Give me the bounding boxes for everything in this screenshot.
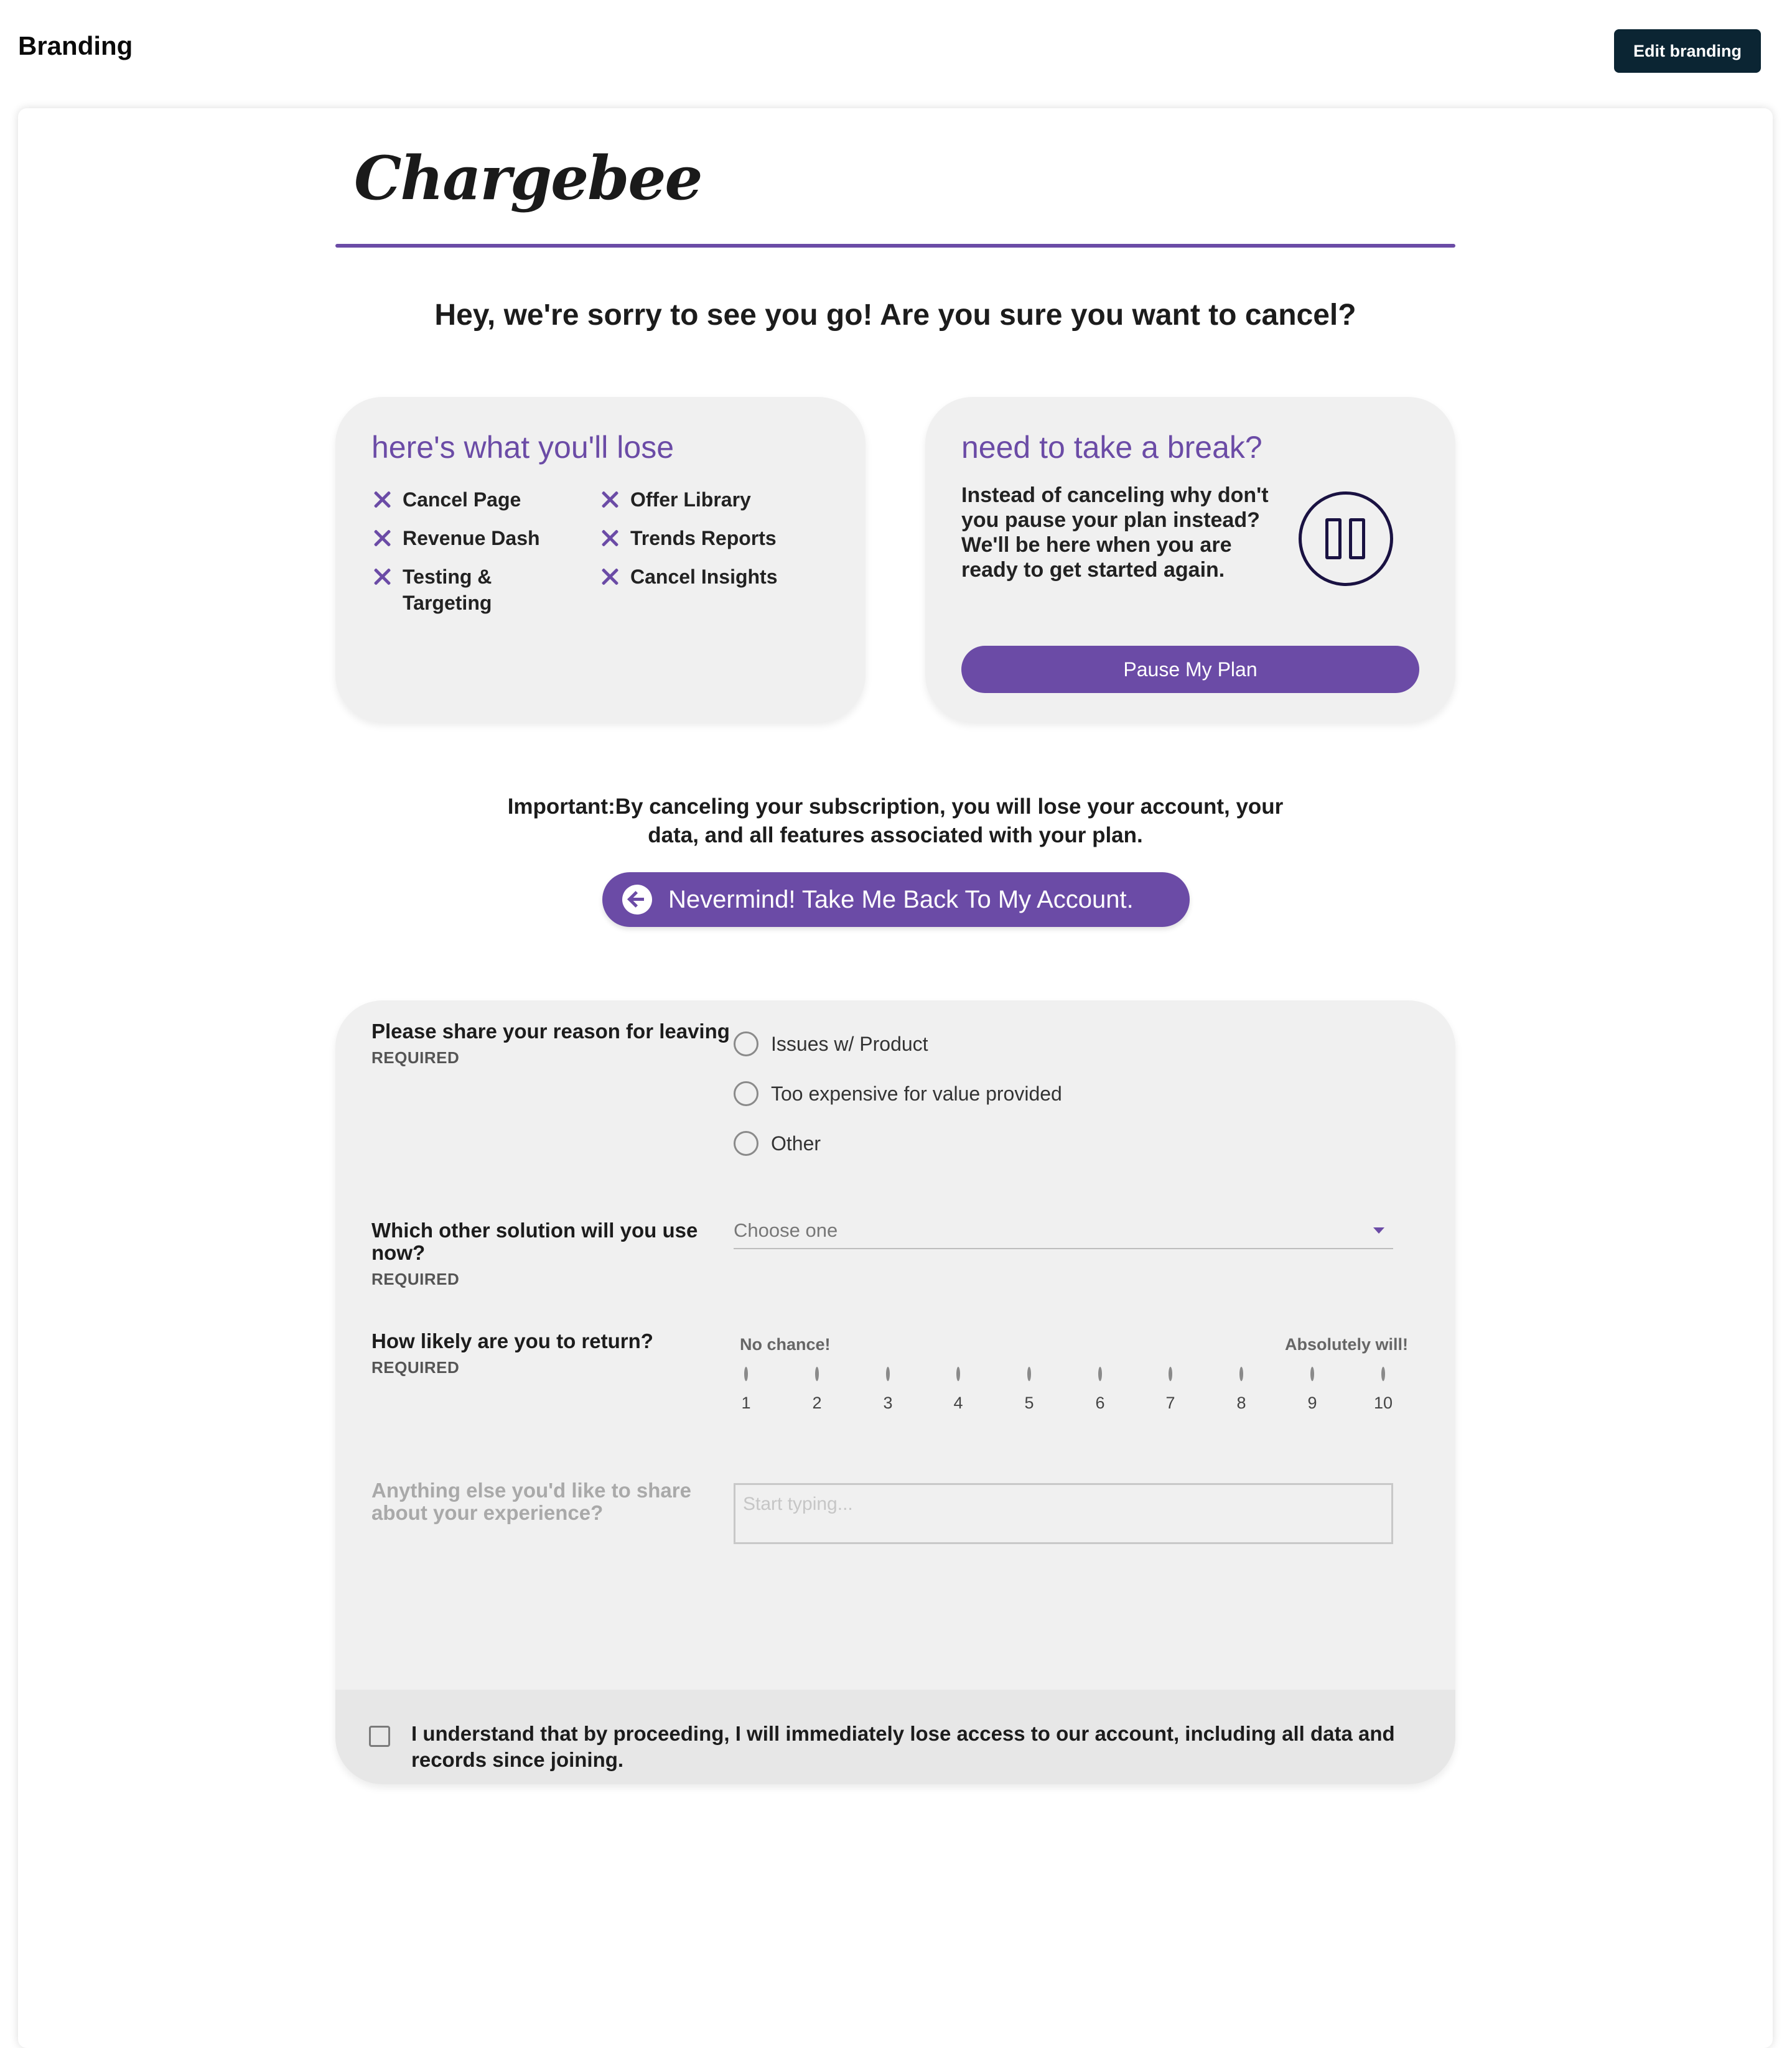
reason-question: Please share your reason for leaving REQ… bbox=[371, 1020, 732, 1069]
x-icon bbox=[373, 567, 391, 586]
rating-option[interactable]: 6 bbox=[1081, 1367, 1119, 1413]
back-button-label: Nevermind! Take Me Back To My Account. bbox=[668, 885, 1134, 913]
rating-option[interactable]: 3 bbox=[869, 1367, 907, 1413]
radio-button[interactable] bbox=[744, 1367, 748, 1381]
select-placeholder: Choose one bbox=[734, 1219, 838, 1241]
required-tag: REQUIRED bbox=[371, 1270, 460, 1288]
rating-option[interactable]: 9 bbox=[1294, 1367, 1331, 1413]
rating-option[interactable]: 7 bbox=[1152, 1367, 1189, 1413]
reason-option[interactable]: Other bbox=[734, 1131, 821, 1156]
take-a-break-card: need to take a break? Instead of canceli… bbox=[925, 397, 1455, 722]
required-tag: REQUIRED bbox=[371, 1358, 460, 1377]
pause-plan-button[interactable]: Pause My Plan bbox=[961, 646, 1419, 693]
radio-button[interactable] bbox=[1169, 1367, 1172, 1381]
feedback-textarea[interactable] bbox=[734, 1483, 1393, 1544]
pause-offer-text: Instead of canceling why don't you pause… bbox=[961, 483, 1269, 582]
radio-button[interactable] bbox=[734, 1081, 758, 1106]
lose-item: Revenue Dash bbox=[373, 525, 540, 551]
solution-select[interactable]: Choose one bbox=[734, 1213, 1393, 1249]
radio-button[interactable] bbox=[956, 1367, 960, 1381]
x-icon bbox=[373, 490, 391, 509]
lose-item: Trends Reports bbox=[600, 525, 777, 551]
consent-section: I understand that by proceeding, I will … bbox=[335, 1690, 1455, 1784]
rating-option[interactable]: 10 bbox=[1365, 1367, 1402, 1413]
lose-item: Cancel Page bbox=[373, 486, 521, 513]
radio-button[interactable] bbox=[1027, 1367, 1031, 1381]
return-question: How likely are you to return? REQUIRED bbox=[371, 1330, 732, 1379]
lose-item: Testing & Targeting bbox=[373, 564, 516, 616]
radio-button[interactable] bbox=[1310, 1367, 1314, 1381]
solution-question: Which other solution will you use now? R… bbox=[371, 1219, 732, 1290]
pause-icon bbox=[1299, 491, 1393, 586]
radio-button[interactable] bbox=[815, 1367, 819, 1381]
page-title: Branding bbox=[18, 31, 133, 60]
brand-logo: Chargebee bbox=[354, 143, 702, 213]
scale-max-label: Absolutely will! bbox=[1285, 1335, 1409, 1354]
lose-card-title: here's what you'll lose bbox=[371, 430, 674, 465]
reason-option[interactable]: Too expensive for value provided bbox=[734, 1081, 1062, 1106]
chevron-down-icon bbox=[1373, 1227, 1384, 1234]
break-card-title: need to take a break? bbox=[961, 430, 1262, 465]
radio-button[interactable] bbox=[886, 1367, 890, 1381]
radio-button[interactable] bbox=[1381, 1367, 1385, 1381]
x-icon bbox=[600, 529, 619, 547]
reason-option[interactable]: Issues w/ Product bbox=[734, 1031, 928, 1056]
consent-checkbox[interactable] bbox=[369, 1726, 390, 1747]
radio-button[interactable] bbox=[1098, 1367, 1102, 1381]
back-to-account-button[interactable]: Nevermind! Take Me Back To My Account. bbox=[602, 872, 1190, 927]
radio-button[interactable] bbox=[734, 1131, 758, 1156]
rating-option[interactable]: 1 bbox=[727, 1367, 765, 1413]
feedback-question: Anything else you'd like to share about … bbox=[371, 1479, 691, 1524]
radio-button[interactable] bbox=[1239, 1367, 1243, 1381]
logo-divider bbox=[335, 244, 1455, 248]
x-icon bbox=[373, 529, 391, 547]
consent-text: I understand that by proceeding, I will … bbox=[411, 1722, 1395, 1771]
x-icon bbox=[600, 567, 619, 586]
rating-option[interactable]: 2 bbox=[798, 1367, 836, 1413]
rating-option[interactable]: 8 bbox=[1223, 1367, 1260, 1413]
rating-option[interactable]: 4 bbox=[940, 1367, 977, 1413]
lose-item: Offer Library bbox=[600, 486, 751, 513]
x-icon bbox=[600, 490, 619, 509]
edit-branding-button[interactable]: Edit branding bbox=[1614, 29, 1761, 73]
cancel-headline: Hey, we're sorry to see you go! Are you … bbox=[434, 299, 1356, 332]
scale-min-label: No chance! bbox=[740, 1335, 831, 1354]
radio-button[interactable] bbox=[734, 1031, 758, 1056]
arrow-left-circle-icon bbox=[622, 885, 652, 915]
cancel-warning-text: Important:By canceling your subscription… bbox=[507, 794, 1284, 847]
required-tag: REQUIRED bbox=[371, 1048, 460, 1067]
lose-item: Cancel Insights bbox=[600, 564, 778, 590]
branding-preview: Chargebee Hey, we're sorry to see you go… bbox=[18, 108, 1773, 2048]
cancel-survey-form: Please share your reason for leaving REQ… bbox=[335, 1000, 1455, 1784]
what-you-lose-card: here's what you'll lose Cancel Page Offe… bbox=[335, 397, 866, 722]
rating-option[interactable]: 5 bbox=[1010, 1367, 1048, 1413]
